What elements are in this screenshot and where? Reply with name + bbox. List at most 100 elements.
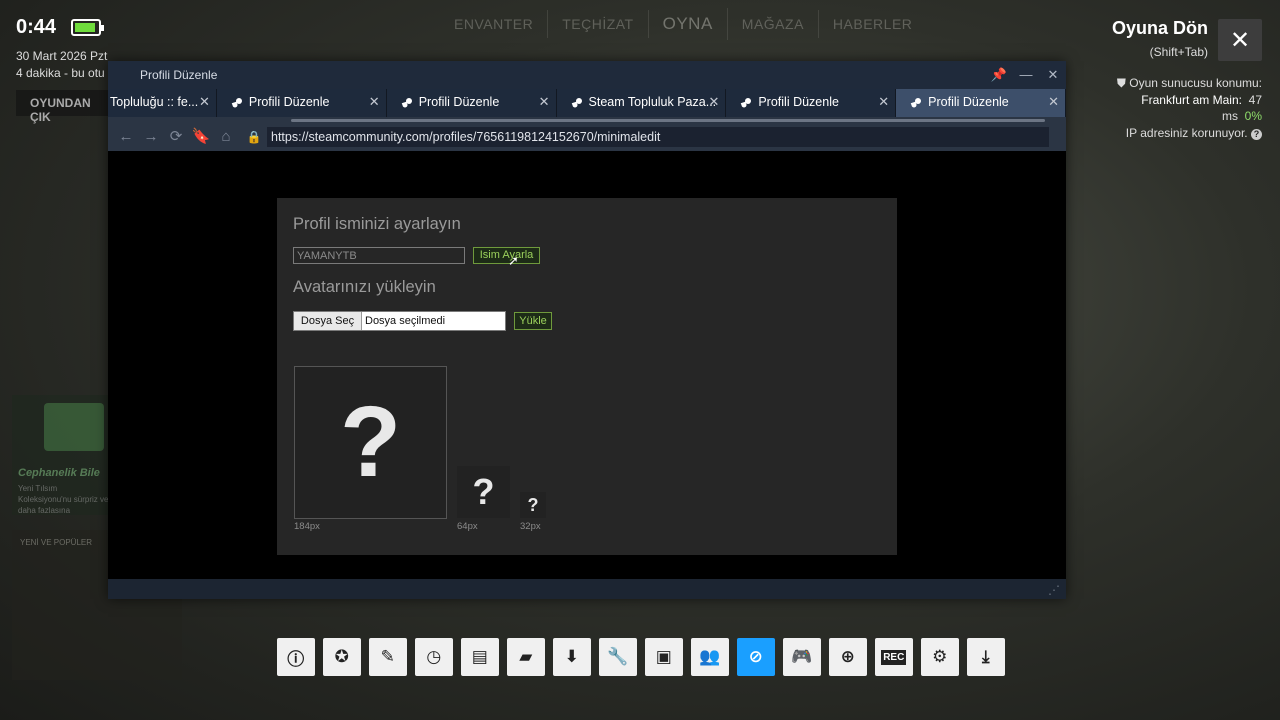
ping-value: 47 [1248,92,1262,107]
choose-file-button[interactable]: Dosya Seç [294,312,362,330]
downloads-button[interactable]: ⬇ [553,638,591,676]
screenshots-icon: ▣ [655,647,672,666]
file-input[interactable]: Dosya Seç Dosya seçilmedi [293,311,506,331]
no-file-label: Dosya seçilmedi [365,315,446,327]
server-location: Frankfurt am Main: [1141,92,1242,107]
tab-community[interactable]: Topluluğu :: fe... ✕ [108,89,217,117]
profile-name-input[interactable] [293,247,465,264]
game-nav-play: OYNA [649,8,728,40]
tab-close-icon[interactable]: ✕ [708,94,719,110]
url-bar[interactable]: https://steamcommunity.com/profiles/7656… [267,127,1049,147]
minimize-icon[interactable]: — [1016,65,1036,85]
close-icon: ✕ [1229,26,1251,54]
tab-close-icon[interactable]: ✕ [539,94,550,110]
tab-profile-edit-1[interactable]: Profili Düzenle ✕ [216,89,387,117]
friends-icon: 👥 [699,647,721,666]
screenshots-button[interactable]: ▣ [645,638,683,676]
game-exit-button: OYUNDAN ÇIK [16,90,112,124]
steam-icon [741,98,752,108]
armory-text: Yeni Tılsım Koleksiyonu'nu sürpriz ve da… [18,484,109,515]
packet-loss: 0% [1244,109,1262,123]
tab-close-icon[interactable]: ✕ [369,94,380,110]
bookmark-icon[interactable]: 🔖 [191,127,211,147]
tab-profile-edit-active[interactable]: Profili Düzenle ✕ [896,89,1066,117]
back-icon[interactable]: ← [116,127,136,147]
info-button[interactable]: ⓘ [277,638,315,676]
avatar-heading: Avatarınızı yükleyin [293,278,436,296]
reload-icon[interactable]: ⟳ [166,127,186,147]
browser-titlebar[interactable]: Profili Düzenle 📌 — ✕ [108,61,1066,89]
return-to-game-button[interactable]: Oyuna Dön [1112,18,1208,39]
browser-button[interactable]: ⊘ [737,638,775,676]
achievements-icon: ✪ [334,647,349,666]
collapse-icon: ⤓ [981,647,990,666]
chat-icon: ▰ [519,647,533,666]
guides-button[interactable]: ▤ [461,638,499,676]
collapse-button[interactable]: ⤓ [967,638,1005,676]
tab-profile-edit-2[interactable]: Profili Düzenle ✕ [386,89,557,117]
game-nav-inventory: ENVANTER [440,10,549,38]
avatar-preview-large: ? [294,366,447,519]
timer-icon: ◷ [426,647,442,666]
tab-close-icon[interactable]: ✕ [199,94,210,110]
mouse-cursor-icon: ➚ [508,253,519,268]
battery-icon [71,19,104,36]
tab-bar: Topluluğu :: fe... ✕ Profili Düzenle ✕ P… [108,89,1066,117]
shield-icon: ⛊ [1116,76,1126,90]
set-name-button[interactable]: Isim Ayarla [473,247,540,264]
game-nav-news: HABERLER [832,16,913,32]
help-icon[interactable]: ? [1251,128,1262,140]
timer-button[interactable]: ◷ [415,638,453,676]
info-icon: ⓘ [287,649,305,669]
tab-scrollbar[interactable] [108,117,1066,125]
friends-button[interactable]: 👥 [691,638,729,676]
avatar-preview-small: ? [520,492,546,518]
downloads-icon: ⬇ [564,647,579,666]
server-info: ⛊ Oyun sunucusu konumu: Frankfurt am Mai… [1092,75,1262,141]
steam-icon [231,98,242,108]
game-top-nav: ENVANTER TEÇHİZAT OYNA MAĞAZA HABERLER [440,8,926,40]
tab-label: Profili Düzenle [418,95,500,109]
resize-grip-icon[interactable]: ⋰ [1048,583,1062,597]
home-icon[interactable]: ⌂ [216,127,236,147]
navigation-bar: ← → ⟳ 🔖 ⌂ 🔒 https://steamcommunity.com/p… [108,125,1066,151]
controller-button[interactable]: 🎮 [783,638,821,676]
tab-label: Profili Düzenle [928,95,1009,109]
armory-title: Cephanelik Bile [18,467,100,479]
new-popular-title: YENİ VE POPÜLER [20,538,93,547]
pin-icon[interactable]: 📌 [989,65,1009,85]
tools-button[interactable]: 🔧 [599,638,637,676]
browser-window: Profili Düzenle 📌 — ✕ Topluluğu :: fe...… [108,61,1066,599]
tab-close-icon[interactable]: ✕ [878,94,889,110]
controller-icon: 🎮 [791,647,813,666]
playtime-label: 4 dakika - bu otu [16,66,105,80]
recording-icon: REC [881,649,907,665]
recording-button[interactable]: REC [875,638,913,676]
ip-protected-label: IP adresiniz korunuyor. [1125,125,1248,140]
tab-scrollbar-thumb[interactable] [291,119,1045,122]
tab-profile-edit-3[interactable]: Profili Düzenle ✕ [726,89,897,117]
steam-icon [571,98,582,108]
settings-icon: ⚙ [932,647,948,666]
settings-button[interactable]: ⚙ [921,638,959,676]
chat-button[interactable]: ▰ [507,638,545,676]
notes-button[interactable]: ✎ [369,638,407,676]
web-icon: ⊕ [840,647,855,666]
battery-level [75,23,95,32]
close-overlay-button[interactable]: ✕ [1218,19,1262,61]
forward-icon[interactable]: → [141,127,161,147]
close-window-icon[interactable]: ✕ [1043,65,1063,85]
game-nav-store: MAĞAZA [728,10,819,38]
web-button[interactable]: ⊕ [829,638,867,676]
profile-name-heading: Profil isminizi ayarlayın [293,215,461,233]
achievements-button[interactable]: ✪ [323,638,361,676]
game-armory-card: Cephanelik Bile Yeni Tılsım Koleksiyonu'… [12,395,110,515]
upload-button[interactable]: Yükle [514,312,552,330]
tab-close-icon[interactable]: ✕ [1048,94,1059,110]
avatar-preview-medium: ? [457,466,510,518]
ping-unit: ms [1221,109,1238,123]
steam-icon [910,98,922,108]
date-label: 30 Mart 2026 Pzt [16,49,108,63]
tab-market[interactable]: Steam Topluluk Paza... ✕ [556,89,727,117]
overlay-dock: ⓘ ✪ ✎ ◷ ▤ ▰ ⬇ 🔧 ▣ 👥 ⊘ 🎮 ⊕ REC ⚙ ⤓ [277,638,1005,676]
